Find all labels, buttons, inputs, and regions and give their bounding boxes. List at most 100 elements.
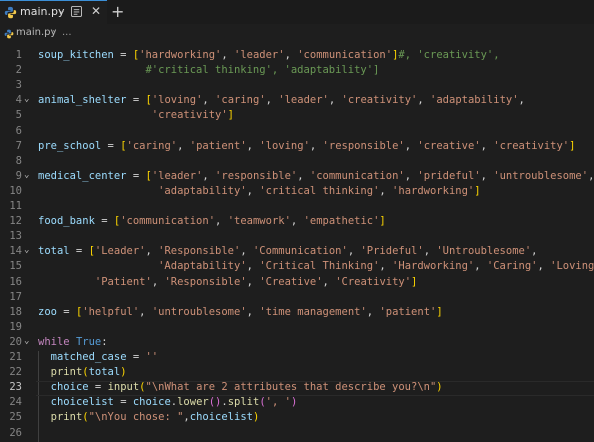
code-token: 'Hardworking' (392, 260, 475, 273)
line-number: 15 (9, 260, 22, 273)
line-number: 6 (15, 124, 22, 137)
code-token: = (101, 139, 121, 152)
code-token: "\nWhat are 2 attributes that describe y… (145, 381, 437, 394)
code-text: while True: (38, 336, 108, 348)
code-token: print (50, 411, 83, 424)
code-line[interactable]: 8 (0, 155, 594, 170)
fold-chevron-icon[interactable]: ⌄ (24, 170, 29, 180)
code-token: = (113, 49, 133, 61)
code-token: 'loving' (259, 139, 310, 152)
chevron-down-icon[interactable]: ⌄ (58, 6, 66, 16)
code-token: input (107, 381, 140, 394)
code-line[interactable]: 4 ⌄ animal_shelter = ['loving', 'caring', … (0, 94, 594, 109)
code-token: , (404, 139, 418, 152)
code-line[interactable]: 23 choice = input("\nWhat are 2 attribut… (0, 381, 594, 396)
code-line[interactable]: 22 print(total) (0, 366, 594, 381)
fold-chevron-icon[interactable]: ⌄ (24, 245, 29, 255)
code-token: total (88, 366, 121, 379)
code-line[interactable]: 16 'Patient', 'Responsible', 'Creative',… (0, 276, 594, 291)
code-token: 'Caring' (486, 260, 538, 273)
code-line[interactable]: 7 pre_school = ['caring', 'patient', 'lov… (0, 140, 594, 155)
code-token: lower (177, 396, 209, 409)
line-number: 17 (9, 290, 22, 303)
code-token: , (246, 139, 260, 152)
code-token: , (347, 245, 361, 258)
code-line[interactable]: 17 (0, 291, 594, 306)
code-token: 'Untroublesome' (436, 245, 532, 258)
code-text: 'Adaptability', 'Critical Thinking', 'Ha… (38, 260, 594, 272)
code-line[interactable]: 10 'adaptability', 'critical thinking', … (0, 185, 594, 200)
code-token: ] (436, 305, 443, 318)
code-token: , (328, 94, 342, 107)
code-token: () (208, 396, 222, 409)
code-token: 'leader' (234, 49, 285, 61)
code-line[interactable]: 15 'Adaptability', 'Critical Thinking', … (0, 260, 594, 275)
line-number: 2 (15, 64, 22, 77)
line-number: 13 (9, 230, 22, 243)
line-number: 16 (9, 275, 22, 288)
code-token: , (265, 94, 279, 107)
code-line[interactable]: 9 ⌄ medical_center = ['leader', 'responsib… (0, 170, 594, 185)
code-line[interactable]: 6 (0, 125, 594, 140)
code-token: 'time management' (259, 305, 367, 318)
code-token: , (480, 169, 494, 182)
breadcrumb-file[interactable]: main.py (16, 27, 56, 38)
fold-chevron-icon[interactable]: ⌄ (24, 94, 29, 104)
code-text: 'Patient', 'Responsible', 'Creative', 'C… (38, 276, 417, 288)
code-line[interactable]: 21 matched_case = '' (0, 351, 594, 366)
code-line[interactable]: 13 (0, 230, 594, 245)
breadcrumb-separator: › (52, 27, 56, 38)
code-line[interactable]: 11 (0, 200, 594, 215)
code-token: 'creativity' (151, 109, 228, 122)
line-number: 8 (15, 154, 22, 167)
code-token: #, 'creativity', (398, 49, 500, 61)
code-editor[interactable]: 1 soup_kitchen = ['hardworking', 'leader'… (0, 44, 594, 442)
code-line[interactable]: 24 choicelist = choice.lower().split(', … (0, 396, 594, 411)
code-token: 'Responsible' (164, 275, 247, 288)
code-token: , (284, 49, 298, 61)
code-token: 'Communication' (252, 245, 348, 258)
code-line[interactable]: 14 ⌄ total = ['Leader', 'Responsible', 'Co… (0, 245, 594, 260)
code-token: , (366, 305, 380, 318)
tab-bar: main.py ⌄ ✕ + (0, 0, 594, 24)
breadcrumb-more[interactable]: ... (62, 27, 72, 38)
code-line[interactable]: 18 zoo = ['helpful', 'untroublesome', 'ti… (0, 306, 594, 321)
code-token: 'Critical Thinking' (259, 260, 380, 273)
code-token: , (588, 169, 594, 182)
code-token: = (56, 305, 76, 318)
code-token: 'adaptability' (430, 94, 519, 107)
code-token: "\nYou chose: " (88, 411, 184, 424)
close-tab-icon[interactable]: ✕ (91, 4, 101, 18)
code-token: 'communication' (120, 215, 216, 228)
new-tab-button[interactable]: + (111, 2, 124, 21)
code-line[interactable]: 19 (0, 321, 594, 336)
code-token: 'Creativity' (335, 275, 412, 288)
code-line[interactable]: 20 ⌄ while True: (0, 336, 594, 351)
python-file-icon (4, 29, 14, 39)
code-token: , (246, 184, 260, 197)
code-line[interactable]: 26 (0, 427, 594, 442)
code-line[interactable]: 5 'creativity'] (0, 109, 594, 124)
code-token: 'leader' (151, 169, 203, 182)
fold-chevron-icon[interactable]: ⌄ (24, 336, 29, 346)
code-line[interactable]: 12 food_bank = ['communication', 'teamwor… (0, 215, 594, 230)
code-token: 'creativity' (341, 94, 418, 107)
code-line[interactable]: 25 print("\nYou chose: ",choicelist) (0, 411, 594, 426)
preview-icon[interactable] (71, 6, 82, 17)
code-token: 'caring' (215, 94, 266, 107)
code-token: , (202, 94, 216, 107)
code-text: choice = input("\nWhat are 2 attributes … (38, 381, 443, 393)
tab-main-py[interactable]: main.py ⌄ ✕ (0, 0, 107, 24)
code-token: , (246, 305, 260, 318)
code-token: '' (145, 351, 159, 363)
code-token: soup_kitchen (38, 49, 114, 61)
code-line[interactable]: 1 soup_kitchen = ['hardworking', 'leader'… (0, 49, 594, 64)
code-token: medical_center (38, 169, 127, 182)
code-token: 'patient' (189, 139, 247, 152)
code-token: : (101, 335, 108, 348)
code-token: ] (569, 139, 576, 152)
code-line[interactable]: 2 #'critical thinking', 'adaptability'] (0, 64, 594, 79)
code-line[interactable]: 3 (0, 79, 594, 94)
